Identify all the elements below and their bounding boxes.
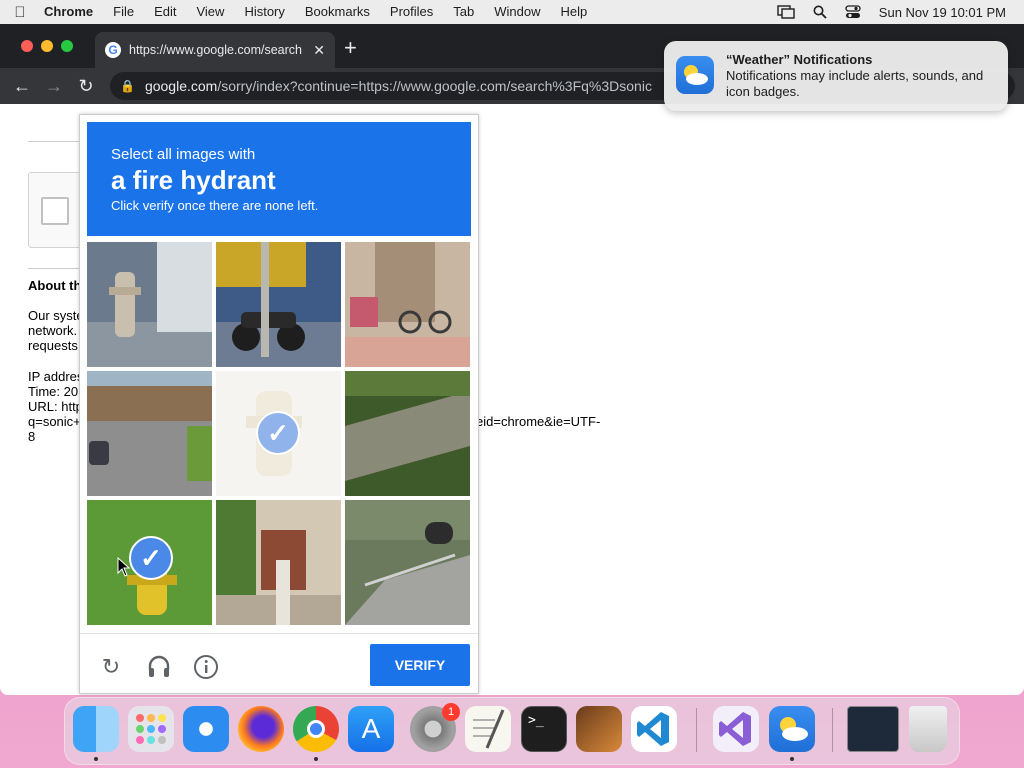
dock: A 1 >_ [64,697,960,765]
fullscreen-window-button[interactable] [61,40,73,52]
image-tile-4[interactable] [87,371,212,496]
reload-icon[interactable]: ↻ [70,76,102,97]
selected-checkmark-icon: ✓ [256,411,300,455]
menu-edit[interactable]: Edit [144,0,186,24]
menu-help[interactable]: Help [551,0,598,24]
vscode-icon[interactable] [631,706,677,752]
browser-tab[interactable]: G https://www.google.com/search ✕ [95,32,335,68]
image-tile-7[interactable]: ✓ [87,500,212,625]
running-indicator [94,757,98,761]
selected-checkmark-icon: ✓ [129,536,173,580]
image-tile-6[interactable] [345,371,470,496]
mouse-cursor-icon [117,557,131,577]
url-text-tail: eid=chrome&ie=UTF- [476,414,601,429]
about-heading: About th [28,278,82,293]
url-path: /sorry/index?continue=https://www.google… [217,78,652,94]
image-grid: ✓ ✓ [87,242,471,626]
notification-title: “Weather” Notifications [726,52,873,67]
target-object-text: a fire hydrant [111,165,276,195]
visual-studio-icon[interactable] [713,706,759,752]
apple-menu-icon[interactable]:  [0,4,40,21]
garageband-icon[interactable] [576,706,622,752]
dock-separator [832,708,833,752]
url-domain: google.com [144,78,218,94]
challenge-footer: ↻ VERIFY [80,633,478,693]
weather-icon[interactable] [769,706,815,752]
menu-history[interactable]: History [234,0,294,24]
launchpad-icon[interactable] [128,706,174,752]
challenge-header: Select all images with a fire hydrant Cl… [87,122,471,236]
app-store-icon[interactable]: A [348,706,394,752]
tab-title: https://www.google.com/search [129,43,302,57]
running-indicator [314,757,318,761]
close-tab-icon[interactable]: ✕ [313,42,325,59]
audio-challenge-icon[interactable] [146,654,172,680]
screen-mirroring-icon[interactable] [777,5,795,19]
google-favicon-icon: G [105,42,121,58]
weather-app-icon [676,56,714,94]
close-window-button[interactable] [21,40,33,52]
menu-bar:  Chrome File Edit View History Bookmark… [0,0,1024,24]
control-center-icon[interactable] [845,5,861,19]
menu-clock[interactable]: Sun Nov 19 10:01 PM [879,5,1006,20]
new-tab-button[interactable]: + [344,36,357,60]
textedit-icon[interactable] [465,706,511,752]
notification-badge: 1 [442,703,460,721]
recaptcha-challenge: Select all images with a fire hydrant Cl… [79,114,479,694]
menu-profiles[interactable]: Profiles [380,0,443,24]
chrome-icon[interactable] [293,706,339,752]
finder-icon[interactable] [73,706,119,752]
image-tile-1[interactable] [87,242,212,367]
menu-bookmarks[interactable]: Bookmarks [295,0,380,24]
screen-thumbnail-icon[interactable] [847,706,899,752]
instruction-note: Click verify once there are none left. [111,198,319,213]
menu-tab[interactable]: Tab [443,0,484,24]
reload-challenge-icon[interactable]: ↻ [98,654,124,680]
image-tile-2[interactable] [216,242,341,367]
image-tile-3[interactable] [345,242,470,367]
dock-separator [696,708,697,752]
terminal-icon[interactable]: >_ [521,706,567,752]
menu-app-name[interactable]: Chrome [40,0,103,24]
back-arrow-icon[interactable]: ← [6,76,38,97]
weather-notification[interactable]: “Weather” Notifications Notifications ma… [664,41,1008,111]
info-icon[interactable] [193,654,219,680]
system-preferences-icon[interactable]: 1 [410,703,460,752]
menu-file[interactable]: File [103,0,144,24]
menu-view[interactable]: View [186,0,234,24]
verify-button[interactable]: VERIFY [370,644,470,686]
image-tile-9[interactable] [345,500,470,625]
running-indicator [790,757,794,761]
firefox-icon[interactable] [238,706,284,752]
lock-icon[interactable]: 🔒 [120,79,135,93]
notification-body: Notifications may include alerts, sounds… [726,68,984,99]
instruction-text: Select all images with [111,146,256,163]
forward-arrow-icon[interactable]: → [38,76,70,97]
spotlight-search-icon[interactable] [813,5,827,19]
image-tile-5[interactable]: ✓ [216,371,341,496]
trash-icon[interactable] [909,706,947,752]
recaptcha-checkbox[interactable] [41,197,69,225]
minimize-window-button[interactable] [41,40,53,52]
safari-icon[interactable] [183,706,229,752]
image-tile-8[interactable] [216,500,341,625]
menu-window[interactable]: Window [484,0,550,24]
